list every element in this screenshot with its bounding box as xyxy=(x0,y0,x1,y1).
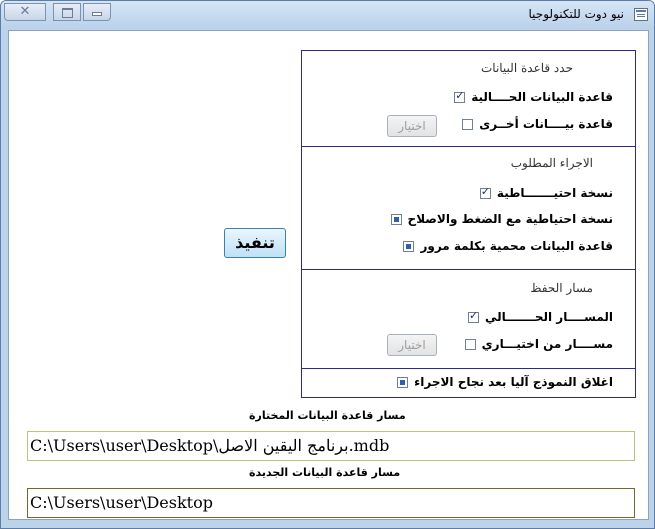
option-label: اغلاق النموذج آليا بعد نجاح الاجراء xyxy=(414,375,613,389)
option-current-db[interactable]: قاعدة البيانات الحــــالية xyxy=(454,89,613,105)
title-bar: ✕ نيو دوت للتكنولوجيا xyxy=(1,1,654,29)
choose-path-button[interactable]: اختيار xyxy=(387,334,437,356)
choose-db-button[interactable]: اختيار xyxy=(387,115,437,137)
option-label: مســــار من اختيـــاري xyxy=(481,337,613,351)
minimize-icon xyxy=(92,12,102,16)
checkbox[interactable] xyxy=(462,118,474,130)
option-current-path[interactable]: المســــار الحـــــــالي xyxy=(467,309,613,325)
option-auto-close[interactable]: اغلاق النموذج آليا بعد نجاح الاجراء xyxy=(397,374,613,390)
form-body: تنفيذ حدد قاعدة البيانات قاعدة البيانات … xyxy=(8,30,649,520)
checkbox[interactable] xyxy=(464,338,476,350)
app-window: ✕ نيو دوت للتكنولوجيا تنفيذ حدد قاعدة ال… xyxy=(0,0,655,529)
option-password-protected[interactable]: قاعدة البيانات محمية بكلمة مرور xyxy=(403,238,613,254)
window-title: نيو دوت للتكنولوجيا xyxy=(528,7,624,21)
new-db-label: مسار قاعدة البيانات الجديدة xyxy=(249,466,401,479)
options-panel: حدد قاعدة البيانات قاعدة البيانات الحـــ… xyxy=(301,50,636,398)
selected-db-label: مسار قاعدة البيانات المختارة xyxy=(249,409,406,422)
option-label: قاعدة بيــــانات أخــرى xyxy=(479,117,613,131)
option-label: نسخة احتياطية مع الضغط والاصلاح xyxy=(407,212,613,226)
checkbox[interactable] xyxy=(454,89,466,103)
option-backup-compact[interactable]: نسخة احتياطية مع الضغط والاصلاح xyxy=(390,211,613,227)
option-label: قاعدة البيانات محمية بكلمة مرور xyxy=(420,239,613,253)
db-section-title: حدد قاعدة البيانات xyxy=(480,61,573,75)
option-backup[interactable]: نسخة احتيـــــــاطية xyxy=(479,185,613,201)
form-icon[interactable] xyxy=(634,8,648,21)
section-divider xyxy=(302,269,635,270)
option-other-db[interactable]: قاعدة بيــــانات أخــرى xyxy=(462,116,613,132)
checkbox[interactable] xyxy=(390,213,402,225)
close-button[interactable]: ✕ xyxy=(4,3,46,21)
option-label: المســــار الحـــــــالي xyxy=(484,310,613,324)
option-label: نسخة احتيـــــــاطية xyxy=(496,186,613,200)
path-section-title: مسار الحفظ xyxy=(530,281,593,295)
section-divider xyxy=(302,146,635,147)
new-db-path-field[interactable]: C:\Users\user\Desktop xyxy=(27,488,635,518)
checkbox[interactable] xyxy=(403,240,415,252)
section-divider xyxy=(302,368,635,369)
close-icon: ✕ xyxy=(19,4,31,19)
checkbox[interactable] xyxy=(397,376,409,388)
option-custom-path[interactable]: مســــار من اختيـــاري xyxy=(464,336,613,352)
execute-button[interactable]: تنفيذ xyxy=(224,228,286,258)
maximize-icon xyxy=(61,8,73,18)
selected-db-path-field[interactable]: C:\Users\user\Desktop\برنامج اليقين الاص… xyxy=(27,431,635,461)
checkbox[interactable] xyxy=(479,185,491,199)
minimize-button[interactable] xyxy=(83,3,111,21)
action-section-title: الاجراء المطلوب xyxy=(510,156,593,170)
maximize-button[interactable] xyxy=(53,3,81,21)
checkbox[interactable] xyxy=(467,309,479,323)
option-label: قاعدة البيانات الحــــالية xyxy=(471,90,613,104)
